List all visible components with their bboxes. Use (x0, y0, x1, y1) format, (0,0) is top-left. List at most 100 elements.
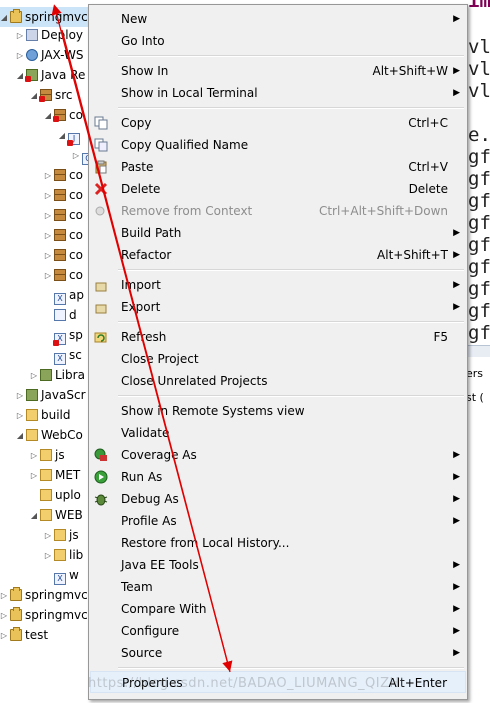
submenu-arrow-icon: ▶ (453, 582, 460, 592)
tree-item-package[interactable]: ▷ co (44, 165, 83, 185)
code-line: e. (468, 124, 490, 146)
project-icon (10, 627, 22, 641)
code-line: gf (468, 168, 490, 190)
tree-item-label: w (69, 568, 79, 582)
project-icon (10, 587, 22, 601)
tree-item-deploy[interactable]: ▷ Deploy (16, 25, 83, 45)
tree-item-web-inf[interactable]: ◢ WEB (30, 505, 83, 525)
tree-item-build[interactable]: ▷ build (16, 405, 71, 425)
package-icon (54, 269, 66, 281)
tree-item-upload[interactable]: uplo (38, 485, 81, 505)
view-text: st ( (466, 391, 484, 404)
folder-icon (26, 409, 38, 421)
menu-item-copy-qualified-name[interactable]: Copy Qualified Name (90, 134, 466, 156)
menu-item-restore-from-local-history[interactable]: Restore from Local History... (90, 532, 466, 554)
menu-item-close-unrelated-projects[interactable]: Close Unrelated Projects (90, 370, 466, 392)
tree-item-src[interactable]: ◢ src (30, 85, 73, 105)
menu-item-go-into[interactable]: Go Into (90, 30, 466, 52)
tree-item-springmvc[interactable]: ◢ springmvc (0, 7, 100, 27)
menu-item-refresh[interactable]: Refresh F5 (90, 326, 466, 348)
menu-item-shortcut: Alt+Shift+T (377, 248, 448, 262)
tree-item-js[interactable]: ▷ js (44, 525, 79, 545)
tree-item-js[interactable]: ▷ js (30, 445, 65, 465)
tree-item-webcontent[interactable]: ◢ WebCo (16, 425, 83, 445)
menu-item-show-in-remote-systems-view[interactable]: Show in Remote Systems view (90, 400, 466, 422)
submenu-arrow-icon: ▶ (453, 66, 460, 76)
menu-item-profile-as[interactable]: Profile As ▶ (90, 510, 466, 532)
tree-item-package[interactable]: ◢ co (44, 105, 83, 125)
menu-separator (118, 55, 464, 57)
code-editor[interactable]: import java.util. vl vl vl e. gf gf gf g… (466, 0, 490, 345)
project-explorer-tree: ◢ springmvc ▷ Deploy ▷ JAX-WS ◢ Java Re ◢ src… (0, 0, 100, 703)
tree-item-file[interactable]: Xsc (52, 345, 82, 365)
menu-item-label: Close Unrelated Projects (121, 374, 268, 388)
tree-item-label: co (69, 268, 83, 282)
menu-item-java-ee-tools[interactable]: Java EE Tools ▶ (90, 554, 466, 576)
tree-item-javascript[interactable]: ▷ JavaScr (16, 385, 86, 405)
menu-item-label: Configure (121, 624, 180, 638)
menu-item-export[interactable]: Export ▶ (90, 296, 466, 318)
menu-item-source[interactable]: Source ▶ (90, 642, 466, 664)
tree-item-java-file[interactable]: ◢ J (58, 125, 83, 146)
bottom-view: ers st ( (466, 357, 490, 703)
menu-item-label: Build Path (121, 226, 182, 240)
menu-item-close-project[interactable]: Close Project (90, 348, 466, 370)
copy-qualified-name-icon (94, 138, 108, 152)
menu-item-delete[interactable]: Delete Delete (90, 178, 466, 200)
menu-item-show-in[interactable]: Show In Alt+Shift+W ▶ (90, 60, 466, 82)
collapse-icon[interactable]: ◢ (0, 8, 8, 28)
menu-item-import[interactable]: Import ▶ (90, 274, 466, 296)
tree-item-file[interactable]: Xsp (52, 325, 83, 346)
tree-item-package[interactable]: ▷ co (44, 205, 83, 225)
tree-item-label: co (69, 228, 83, 242)
file-icon (54, 309, 66, 321)
folder-icon (40, 469, 52, 481)
tree-item-file[interactable]: Xap (52, 285, 84, 305)
tree-item-file[interactable]: d (52, 305, 77, 325)
package-icon (53, 109, 66, 122)
menu-item-label: Copy (121, 116, 152, 130)
menu-item-new[interactable]: New ▶ (90, 8, 466, 30)
menu-item-paste[interactable]: Paste Ctrl+V (90, 156, 466, 178)
tree-item-springmvc[interactable]: ▷ springmvc (0, 605, 88, 625)
menu-item-debug-as[interactable]: Debug As ▶ (90, 488, 466, 510)
tree-item-package[interactable]: ▷ co (44, 185, 83, 205)
tree-item-test[interactable]: ▷ test (0, 625, 48, 645)
folder-icon (54, 529, 66, 541)
menu-item-shortcut: Ctrl+Alt+Shift+Down (318, 204, 448, 218)
code-line: gf (468, 190, 490, 212)
menu-item-validate[interactable]: Validate (90, 422, 466, 444)
tree-item-jaxws[interactable]: ▷ JAX-WS (16, 45, 84, 65)
menu-item-copy[interactable]: Copy Ctrl+C (90, 112, 466, 134)
tree-item-java-resources[interactable]: ◢ Java Re (16, 65, 85, 85)
tree-item-web-xml[interactable]: Xw (52, 565, 79, 585)
tree-item-label: Libra (55, 368, 85, 382)
submenu-arrow-icon: ▶ (453, 88, 460, 98)
tree-item-libraries[interactable]: ▷ Libra (30, 365, 85, 385)
menu-item-team[interactable]: Team ▶ (90, 576, 466, 598)
menu-item-label: Go Into (121, 34, 165, 48)
tree-item-lib[interactable]: ▷ lib (44, 545, 83, 565)
paste-icon (95, 160, 107, 174)
menu-item-configure[interactable]: Configure ▶ (90, 620, 466, 642)
menu-item-run-as[interactable]: Run As ▶ (90, 466, 466, 488)
menu-item-label: Paste (121, 160, 154, 174)
submenu-arrow-icon: ▶ (453, 648, 460, 658)
tree-item-springmvc[interactable]: ▷ springmvc (0, 585, 88, 605)
project-icon (10, 9, 22, 23)
tree-item-package[interactable]: ▷ co (44, 265, 83, 285)
menu-item-show-in-local-terminal[interactable]: Show in Local Terminal ▶ (90, 82, 466, 104)
library-icon (40, 369, 52, 381)
coverage-icon (94, 448, 107, 461)
menu-item-compare-with[interactable]: Compare With ▶ (90, 598, 466, 620)
menu-item-coverage-as[interactable]: Coverage As ▶ (90, 444, 466, 466)
package-icon (54, 249, 66, 261)
tree-item-meta-inf[interactable]: ▷ MET (30, 465, 80, 485)
menu-item-label: Close Project (121, 352, 199, 366)
tree-item-package[interactable]: ▷ co (44, 245, 83, 265)
source-folder-icon (39, 89, 52, 102)
tree-item-package[interactable]: ▷ co (44, 225, 83, 245)
menu-item-build-path[interactable]: Build Path ▶ (90, 222, 466, 244)
menu-item-refactor[interactable]: Refactor Alt+Shift+T ▶ (90, 244, 466, 266)
tree-item-label: WebCo (41, 428, 83, 442)
